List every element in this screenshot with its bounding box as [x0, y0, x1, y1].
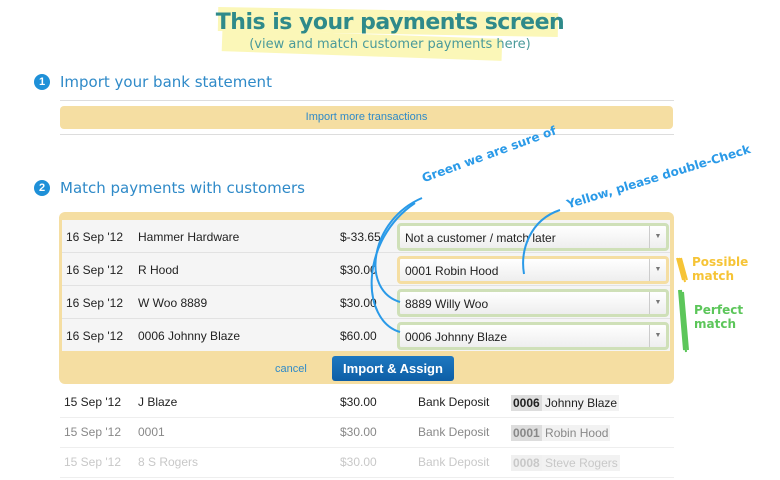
annotation-possible: Possible match: [692, 255, 749, 283]
annotation-arrows: [370, 197, 689, 353]
annotation-perfect: Perfect match: [694, 303, 744, 331]
